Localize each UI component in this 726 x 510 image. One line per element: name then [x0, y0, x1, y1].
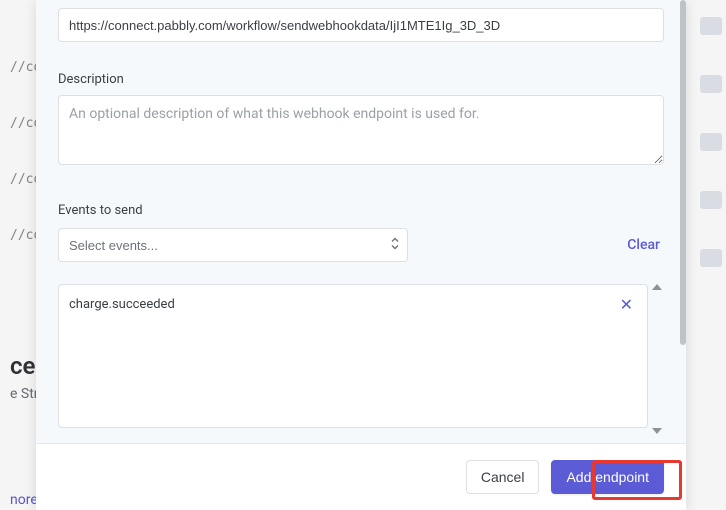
- events-select[interactable]: Select events...: [58, 228, 408, 262]
- events-select-wrap: Select events...: [58, 228, 408, 262]
- background-right-chips: [696, 0, 726, 510]
- selected-events-list: charge.succeeded ✕: [58, 284, 648, 428]
- modal-scrollbar[interactable]: [680, 0, 686, 345]
- events-list-wrap: charge.succeeded ✕: [58, 284, 664, 434]
- scroll-up-icon[interactable]: [652, 284, 662, 290]
- event-name: charge.succeeded: [69, 297, 175, 312]
- events-scrollbar[interactable]: [650, 284, 664, 434]
- bg-chip: [700, 75, 722, 93]
- scroll-down-icon[interactable]: [652, 428, 662, 434]
- add-endpoint-modal: Description Events to send Select events…: [36, 0, 686, 510]
- events-header: Events to send: [58, 203, 664, 218]
- add-endpoint-button[interactable]: Add endpoint: [551, 460, 664, 494]
- bg-chip: [700, 249, 722, 267]
- events-label: Events to send: [58, 203, 143, 218]
- bg-chip: [700, 17, 722, 35]
- cancel-button[interactable]: Cancel: [466, 460, 540, 494]
- description-label: Description: [58, 72, 664, 87]
- endpoint-url-input[interactable]: [58, 8, 664, 42]
- description-textarea[interactable]: [58, 95, 664, 165]
- clear-events-link[interactable]: Clear: [627, 237, 664, 253]
- modal-body: Description Events to send Select events…: [36, 0, 686, 444]
- bg-chip: [700, 133, 722, 151]
- remove-event-icon[interactable]: ✕: [616, 295, 637, 314]
- modal-footer: Cancel Add endpoint: [36, 444, 686, 510]
- event-item: charge.succeeded ✕: [69, 295, 637, 314]
- bg-chip: [700, 191, 722, 209]
